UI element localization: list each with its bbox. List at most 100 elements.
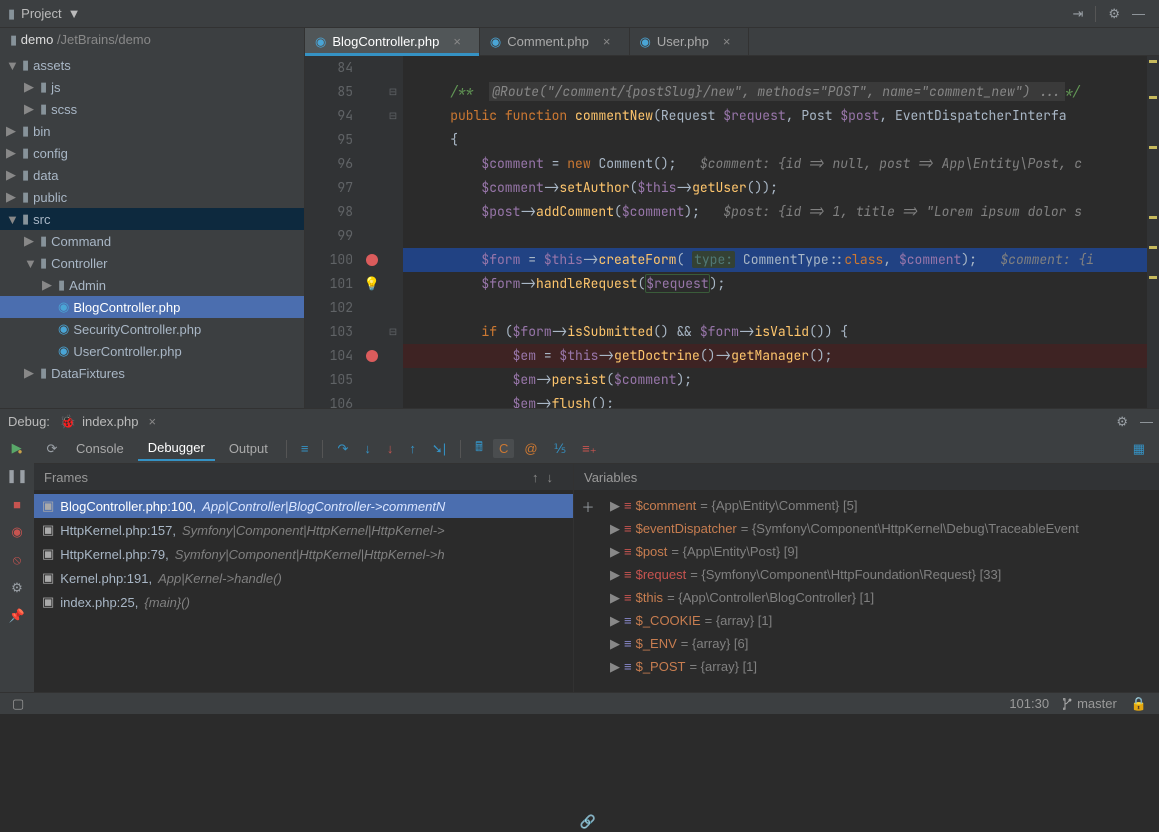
frame-row[interactable]: ▣index.php:25, {main}()	[34, 590, 573, 614]
chevron-right-icon[interactable]: ▶	[610, 636, 620, 652]
variable-row[interactable]: ▶≡ $_POST = {array} [1]	[602, 655, 1159, 678]
tree-folder[interactable]: ▶▮config	[0, 142, 304, 164]
chevron-right-icon[interactable]: ▶	[610, 521, 620, 537]
settings-icon[interactable]: ⚙	[7, 578, 27, 598]
bulb-icon[interactable]: 💡	[364, 276, 380, 292]
close-icon[interactable]: ×	[453, 34, 461, 49]
step-out-icon[interactable]: ↑	[403, 439, 422, 458]
variables-list[interactable]: ▶≡ $comment = {App\Entity\Comment} [5]▶≡…	[602, 490, 1159, 682]
run-to-cursor-icon[interactable]: ➘|	[426, 439, 452, 459]
frame-row[interactable]: ▣Kernel.php:191, App|Kernel->handle()	[34, 566, 573, 590]
folder-icon: ▮	[40, 233, 47, 249]
tab-output[interactable]: Output	[219, 437, 278, 460]
pin-icon[interactable]: 📌	[7, 606, 27, 626]
tree-file[interactable]: ◉BlogController.php	[0, 296, 304, 318]
variable-row[interactable]: ▶≡ $request = {Symfony\Component\HttpFou…	[602, 563, 1159, 586]
editor-tab[interactable]: ◉Comment.php×	[480, 28, 630, 55]
add-watch-icon[interactable]: ＋	[578, 496, 598, 516]
tree-folder[interactable]: ▶▮scss	[0, 98, 304, 120]
chevron-right-icon[interactable]: ▶	[610, 613, 620, 629]
chevron-right-icon[interactable]: ▶	[610, 590, 620, 606]
evaluate-icon[interactable]: 🖩	[469, 436, 489, 462]
variable-row[interactable]: ▶≡ $post = {App\Entity\Post} [9]	[602, 540, 1159, 563]
variable-row[interactable]: ▶≡ $eventDispatcher = {Symfony\Component…	[602, 517, 1159, 540]
tree-file[interactable]: ◉SecurityController.php	[0, 318, 304, 340]
tree-folder[interactable]: ▶▮public	[0, 186, 304, 208]
tree-folder[interactable]: ▶▮data	[0, 164, 304, 186]
link-icon[interactable]: 🔗	[578, 812, 598, 832]
restore-icon[interactable]: ⟳	[42, 439, 62, 459]
frame-row[interactable]: ▣HttpKernel.php:157, Symfony|Component|H…	[34, 518, 573, 542]
stop-icon[interactable]: ■	[7, 494, 27, 514]
project-tree[interactable]: ▼▮assets▶▮js▶▮scss▶▮bin▶▮config▶▮data▶▮p…	[0, 52, 304, 408]
tree-folder[interactable]: ▼▮src	[0, 208, 304, 230]
close-icon[interactable]: ×	[149, 414, 157, 429]
gear-icon[interactable]: ⚙	[1110, 412, 1134, 432]
tree-folder[interactable]: ▼▮assets	[0, 54, 304, 76]
var-name: $post	[636, 544, 668, 559]
frame-icon: ▣	[42, 498, 54, 514]
project-dropdown[interactable]: ▮ Project ▼	[8, 6, 81, 22]
frame-row[interactable]: ▣BlogController.php:100, App|Controller|…	[34, 494, 573, 518]
tree-file[interactable]: ◉UserController.php	[0, 340, 304, 362]
breakpoint-icon[interactable]: ◉	[7, 522, 27, 542]
tree-folder[interactable]: ▶▮Command	[0, 230, 304, 252]
show-exec-point-icon[interactable]: ≡	[295, 439, 315, 458]
tool-windows-icon[interactable]: ▢	[12, 696, 24, 712]
breadcrumb[interactable]: ▮ demo /JetBrains/demo	[0, 28, 304, 52]
scroll-target-icon[interactable]: ⇥	[1066, 4, 1089, 24]
tree-folder[interactable]: ▶▮bin	[0, 120, 304, 142]
lock-icon[interactable]: 🔒	[1131, 696, 1147, 712]
frame-icon: ▣	[42, 522, 54, 538]
resume-icon[interactable]: ▶●	[7, 438, 27, 458]
variable-row[interactable]: ▶≡ $comment = {App\Entity\Comment} [5]	[602, 494, 1159, 517]
chevron-right-icon[interactable]: ▶	[610, 498, 620, 514]
git-branch[interactable]: master	[1063, 696, 1117, 711]
frame-location: HttpKernel.php:157,	[60, 523, 176, 538]
code-body[interactable]: 8485949596979899100101102103104105106 💡 …	[305, 56, 1159, 408]
breakpoint-icon[interactable]	[366, 254, 378, 266]
frame-row[interactable]: ▣HttpKernel.php:79, Symfony|Component|Ht…	[34, 542, 573, 566]
filter-icon[interactable]: ≡₊	[576, 439, 602, 459]
php-icon[interactable]: C	[493, 439, 514, 458]
mark-gutter[interactable]: 💡	[361, 56, 383, 408]
tree-folder[interactable]: ▶▮DataFixtures	[0, 362, 304, 384]
fold-gutter[interactable]: ⊟⊟⊟	[383, 56, 403, 408]
step-into-icon[interactable]: ↓	[358, 439, 377, 458]
tree-folder[interactable]: ▶▮Admin	[0, 274, 304, 296]
gear-icon[interactable]: ⚙	[1102, 4, 1126, 24]
close-icon[interactable]: ×	[603, 34, 611, 49]
project-sidebar: ▮ demo /JetBrains/demo ▼▮assets▶▮js▶▮scs…	[0, 28, 305, 408]
chevron-right-icon[interactable]: ▶	[610, 659, 620, 675]
variable-row[interactable]: ▶≡ $_ENV = {array} [6]	[602, 632, 1159, 655]
debug-session-tab[interactable]: 🐞 index.php ×	[50, 414, 166, 430]
chevron-right-icon[interactable]: ▶	[610, 544, 620, 560]
pause-icon[interactable]: ❚❚	[7, 466, 27, 486]
layout-icon[interactable]: ▦	[1127, 439, 1151, 459]
minimize-icon[interactable]: —	[1134, 412, 1159, 431]
force-step-into-icon[interactable]: ↓	[381, 439, 400, 458]
error-strip[interactable]	[1147, 56, 1159, 408]
code-editor[interactable]: /** @Route("/comment/{postSlug}/new", me…	[403, 56, 1147, 408]
editor-tab[interactable]: ◉User.php×	[630, 28, 750, 55]
chevron-right-icon[interactable]: ▶	[610, 567, 620, 583]
frames-up-icon[interactable]: ↑	[532, 470, 539, 485]
tree-folder[interactable]: ▼▮Controller	[0, 252, 304, 274]
close-icon[interactable]: ×	[723, 34, 731, 49]
frames-down-icon[interactable]: ↓	[547, 470, 554, 485]
editor-tab[interactable]: ◉BlogController.php×	[305, 28, 480, 55]
tab-debugger[interactable]: Debugger	[138, 436, 215, 461]
at-icon[interactable]: @	[518, 439, 543, 458]
folder-icon: ▮	[22, 189, 29, 205]
variable-row[interactable]: ▶≡ $this = {App\Controller\BlogControlle…	[602, 586, 1159, 609]
step-over-icon[interactable]: ↷	[331, 439, 354, 459]
mute-breakpoints-icon[interactable]: ⦸	[7, 550, 27, 570]
minimize-icon[interactable]: —	[1126, 4, 1151, 23]
breakpoint-icon[interactable]	[366, 350, 378, 362]
sort-icon[interactable]: ⅕	[548, 439, 573, 459]
tree-label: config	[33, 146, 68, 161]
variable-row[interactable]: ▶≡ $_COOKIE = {array} [1]	[602, 609, 1159, 632]
frames-list[interactable]: ▣BlogController.php:100, App|Controller|…	[34, 490, 573, 692]
tree-folder[interactable]: ▶▮js	[0, 76, 304, 98]
tab-console[interactable]: Console	[66, 437, 134, 460]
